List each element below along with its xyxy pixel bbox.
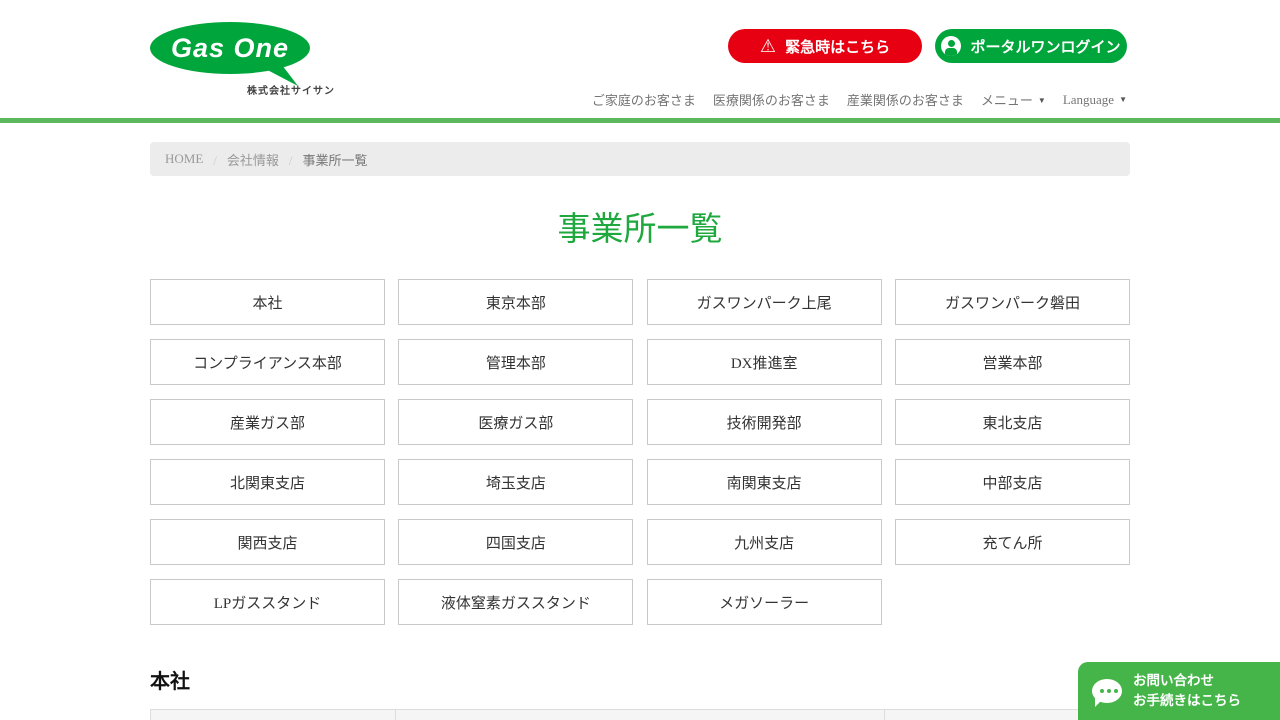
nav-item-industrial[interactable]: 産業関係のお客さま <box>847 90 964 109</box>
chevron-down-icon <box>1119 92 1127 108</box>
office-link-kansai[interactable]: 関西支店 <box>150 519 385 565</box>
office-link-lp-gas-stand[interactable]: LPガススタンド <box>150 579 385 625</box>
breadcrumb: HOME 会社情報 事業所一覧 <box>150 142 1130 176</box>
section-heading-honsha: 本社 <box>150 665 1130 694</box>
breadcrumb-home[interactable]: HOME <box>165 151 203 167</box>
nav-item-language[interactable]: Language <box>1063 92 1127 108</box>
office-link-gasone-park-ageo[interactable]: ガスワンパーク上尾 <box>647 279 882 325</box>
logo-speech-bubble: Gas One <box>150 22 310 74</box>
gas-one-logo[interactable]: Gas One 株式会社サイサン <box>150 22 335 94</box>
office-link-honsha[interactable]: 本社 <box>150 279 385 325</box>
logo-text: Gas One <box>171 33 289 64</box>
emergency-button[interactable]: 緊急時はこちら <box>728 29 922 63</box>
office-link-juten[interactable]: 充てん所 <box>895 519 1130 565</box>
office-link-kanri-honbu[interactable]: 管理本部 <box>398 339 633 385</box>
office-link-compliance[interactable]: コンプライアンス本部 <box>150 339 385 385</box>
person-icon <box>941 36 961 56</box>
emergency-button-label: 緊急時はこちら <box>785 36 890 57</box>
office-link-ekitai-chisso[interactable]: 液体窒素ガススタンド <box>398 579 633 625</box>
chat-widget-label: お問い合わせ お手続きはこちら <box>1133 671 1241 710</box>
portal-button-label: ポータルワンログイン <box>970 36 1120 57</box>
office-link-chubu[interactable]: 中部支店 <box>895 459 1130 505</box>
nav-item-menu[interactable]: メニュー <box>981 90 1046 109</box>
office-link-iryo-gas[interactable]: 医療ガス部 <box>398 399 633 445</box>
contact-chat-widget[interactable]: お問い合わせ お手続きはこちら <box>1078 662 1280 720</box>
office-link-eigyo-honbu[interactable]: 営業本部 <box>895 339 1130 385</box>
office-link-shikoku[interactable]: 四国支店 <box>398 519 633 565</box>
green-divider-bar <box>0 118 1280 123</box>
portal-login-button[interactable]: ポータルワンログイン <box>935 29 1127 63</box>
office-link-kyushu[interactable]: 九州支店 <box>647 519 882 565</box>
table-header-name <box>151 710 396 720</box>
chat-widget-line1: お問い合わせ <box>1133 671 1241 691</box>
breadcrumb-company-info[interactable]: 会社情報 <box>203 150 279 169</box>
nav-item-medical[interactable]: 医療関係のお客さま <box>713 90 830 109</box>
chat-widget-line2: お手続きはこちら <box>1133 691 1241 711</box>
office-link-saitama[interactable]: 埼玉支店 <box>398 459 633 505</box>
site-header: Gas One 株式会社サイサン 緊急時はこちら ポータルワンログイン ご家庭の… <box>0 0 1280 118</box>
chevron-down-icon <box>1038 93 1046 109</box>
office-detail-table: 住所 電話番号 <box>150 709 1130 720</box>
office-link-tohoku[interactable]: 東北支店 <box>895 399 1130 445</box>
company-name: 株式会社サイサン <box>150 82 335 97</box>
main-nav: ご家庭のお客さま 医療関係のお客さま 産業関係のお客さま メニュー Langua… <box>592 90 1127 109</box>
nav-language-label: Language <box>1063 92 1114 107</box>
office-button-grid: 本社 東京本部 ガスワンパーク上尾 ガスワンパーク磐田 コンプライアンス本部 管… <box>150 279 1130 625</box>
office-link-mega-solar[interactable]: メガソーラー <box>647 579 882 625</box>
bubble-dots <box>1100 689 1104 693</box>
nav-menu-label: メニュー <box>981 93 1033 108</box>
office-link-tokyo-honbu[interactable]: 東京本部 <box>398 279 633 325</box>
office-link-sangyo-gas[interactable]: 産業ガス部 <box>150 399 385 445</box>
office-link-dx-suishin[interactable]: DX推進室 <box>647 339 882 385</box>
warning-icon <box>760 37 776 56</box>
nav-item-household[interactable]: ご家庭のお客さま <box>592 90 696 109</box>
office-link-kitakanto[interactable]: 北関東支店 <box>150 459 385 505</box>
table-header-address: 住所 <box>395 710 885 720</box>
page-title: 事業所一覧 <box>150 202 1130 250</box>
office-link-gijutsu-kaihatsu[interactable]: 技術開発部 <box>647 399 882 445</box>
breadcrumb-current: 事業所一覧 <box>279 150 368 169</box>
office-link-gasone-park-iwata[interactable]: ガスワンパーク磐田 <box>895 279 1130 325</box>
main-content: HOME 会社情報 事業所一覧 事業所一覧 本社 東京本部 ガスワンパーク上尾 … <box>150 142 1130 720</box>
speech-bubble-icon <box>1092 679 1122 703</box>
table-header-row: 住所 電話番号 <box>151 710 1130 720</box>
office-link-minamikanto[interactable]: 南関東支店 <box>647 459 882 505</box>
